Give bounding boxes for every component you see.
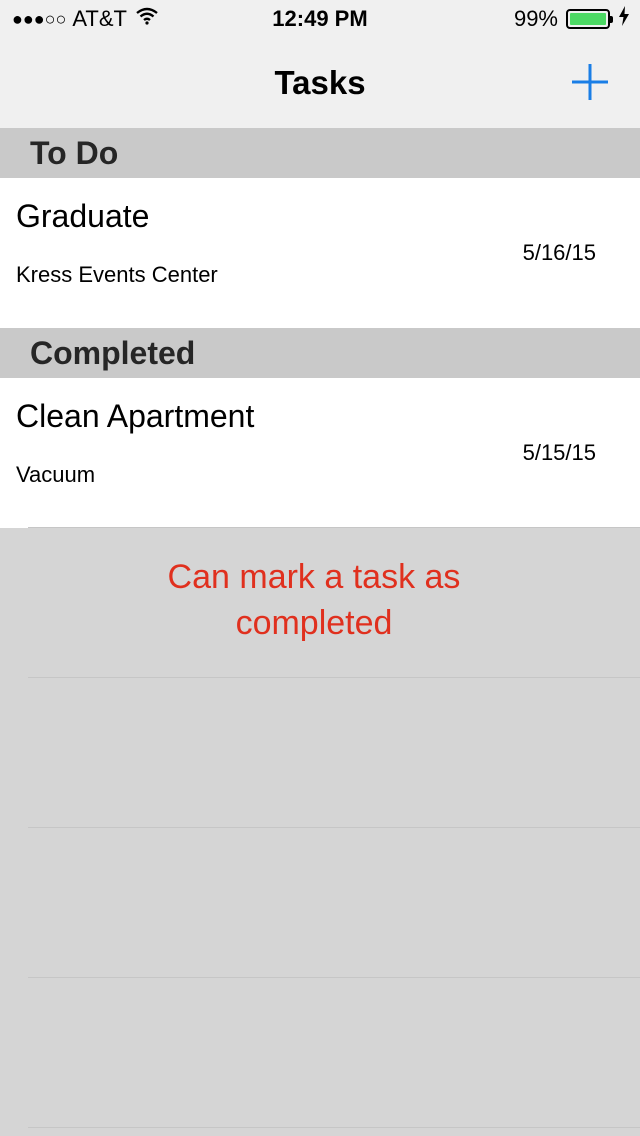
annotation-text: Can mark a task as completed xyxy=(0,554,628,646)
status-bar: ●●●○○ AT&T 12:49 PM 99% xyxy=(0,0,640,40)
task-title: Clean Apartment xyxy=(16,398,255,434)
annotation-line-2: completed xyxy=(235,604,393,642)
row-separator xyxy=(28,827,640,828)
section-header-label: Completed xyxy=(30,335,196,371)
section-header-label: To Do xyxy=(30,135,119,171)
row-separator xyxy=(28,527,640,528)
row-separator xyxy=(28,977,640,978)
task-row[interactable]: Graduate Kress Events Center 5/16/15 xyxy=(0,178,640,328)
add-task-button[interactable] xyxy=(568,60,612,104)
battery-fill xyxy=(570,13,606,25)
battery-icon xyxy=(566,9,613,29)
battery-percent: 99% xyxy=(513,6,558,31)
status-right: 99% xyxy=(514,6,630,32)
page-title: Tasks xyxy=(274,64,366,101)
section-header-todo: To Do xyxy=(0,128,640,178)
task-subtitle: Kress Events Center xyxy=(16,262,218,287)
task-date: 5/16/15 xyxy=(522,240,596,265)
charging-bolt-icon xyxy=(618,6,630,32)
plus-icon xyxy=(572,64,608,100)
task-title: Graduate xyxy=(16,198,150,234)
navigation-bar: Tasks xyxy=(0,40,640,129)
row-separator xyxy=(28,677,640,678)
section-header-completed: Completed xyxy=(0,328,640,378)
task-date: 5/15/15 xyxy=(522,440,596,465)
row-separator xyxy=(28,1127,640,1128)
task-row[interactable]: Clean Apartment Vacuum 5/15/15 xyxy=(0,378,640,528)
task-subtitle: Vacuum xyxy=(16,462,96,487)
annotation-line-1: Can mark a task as xyxy=(167,558,461,596)
